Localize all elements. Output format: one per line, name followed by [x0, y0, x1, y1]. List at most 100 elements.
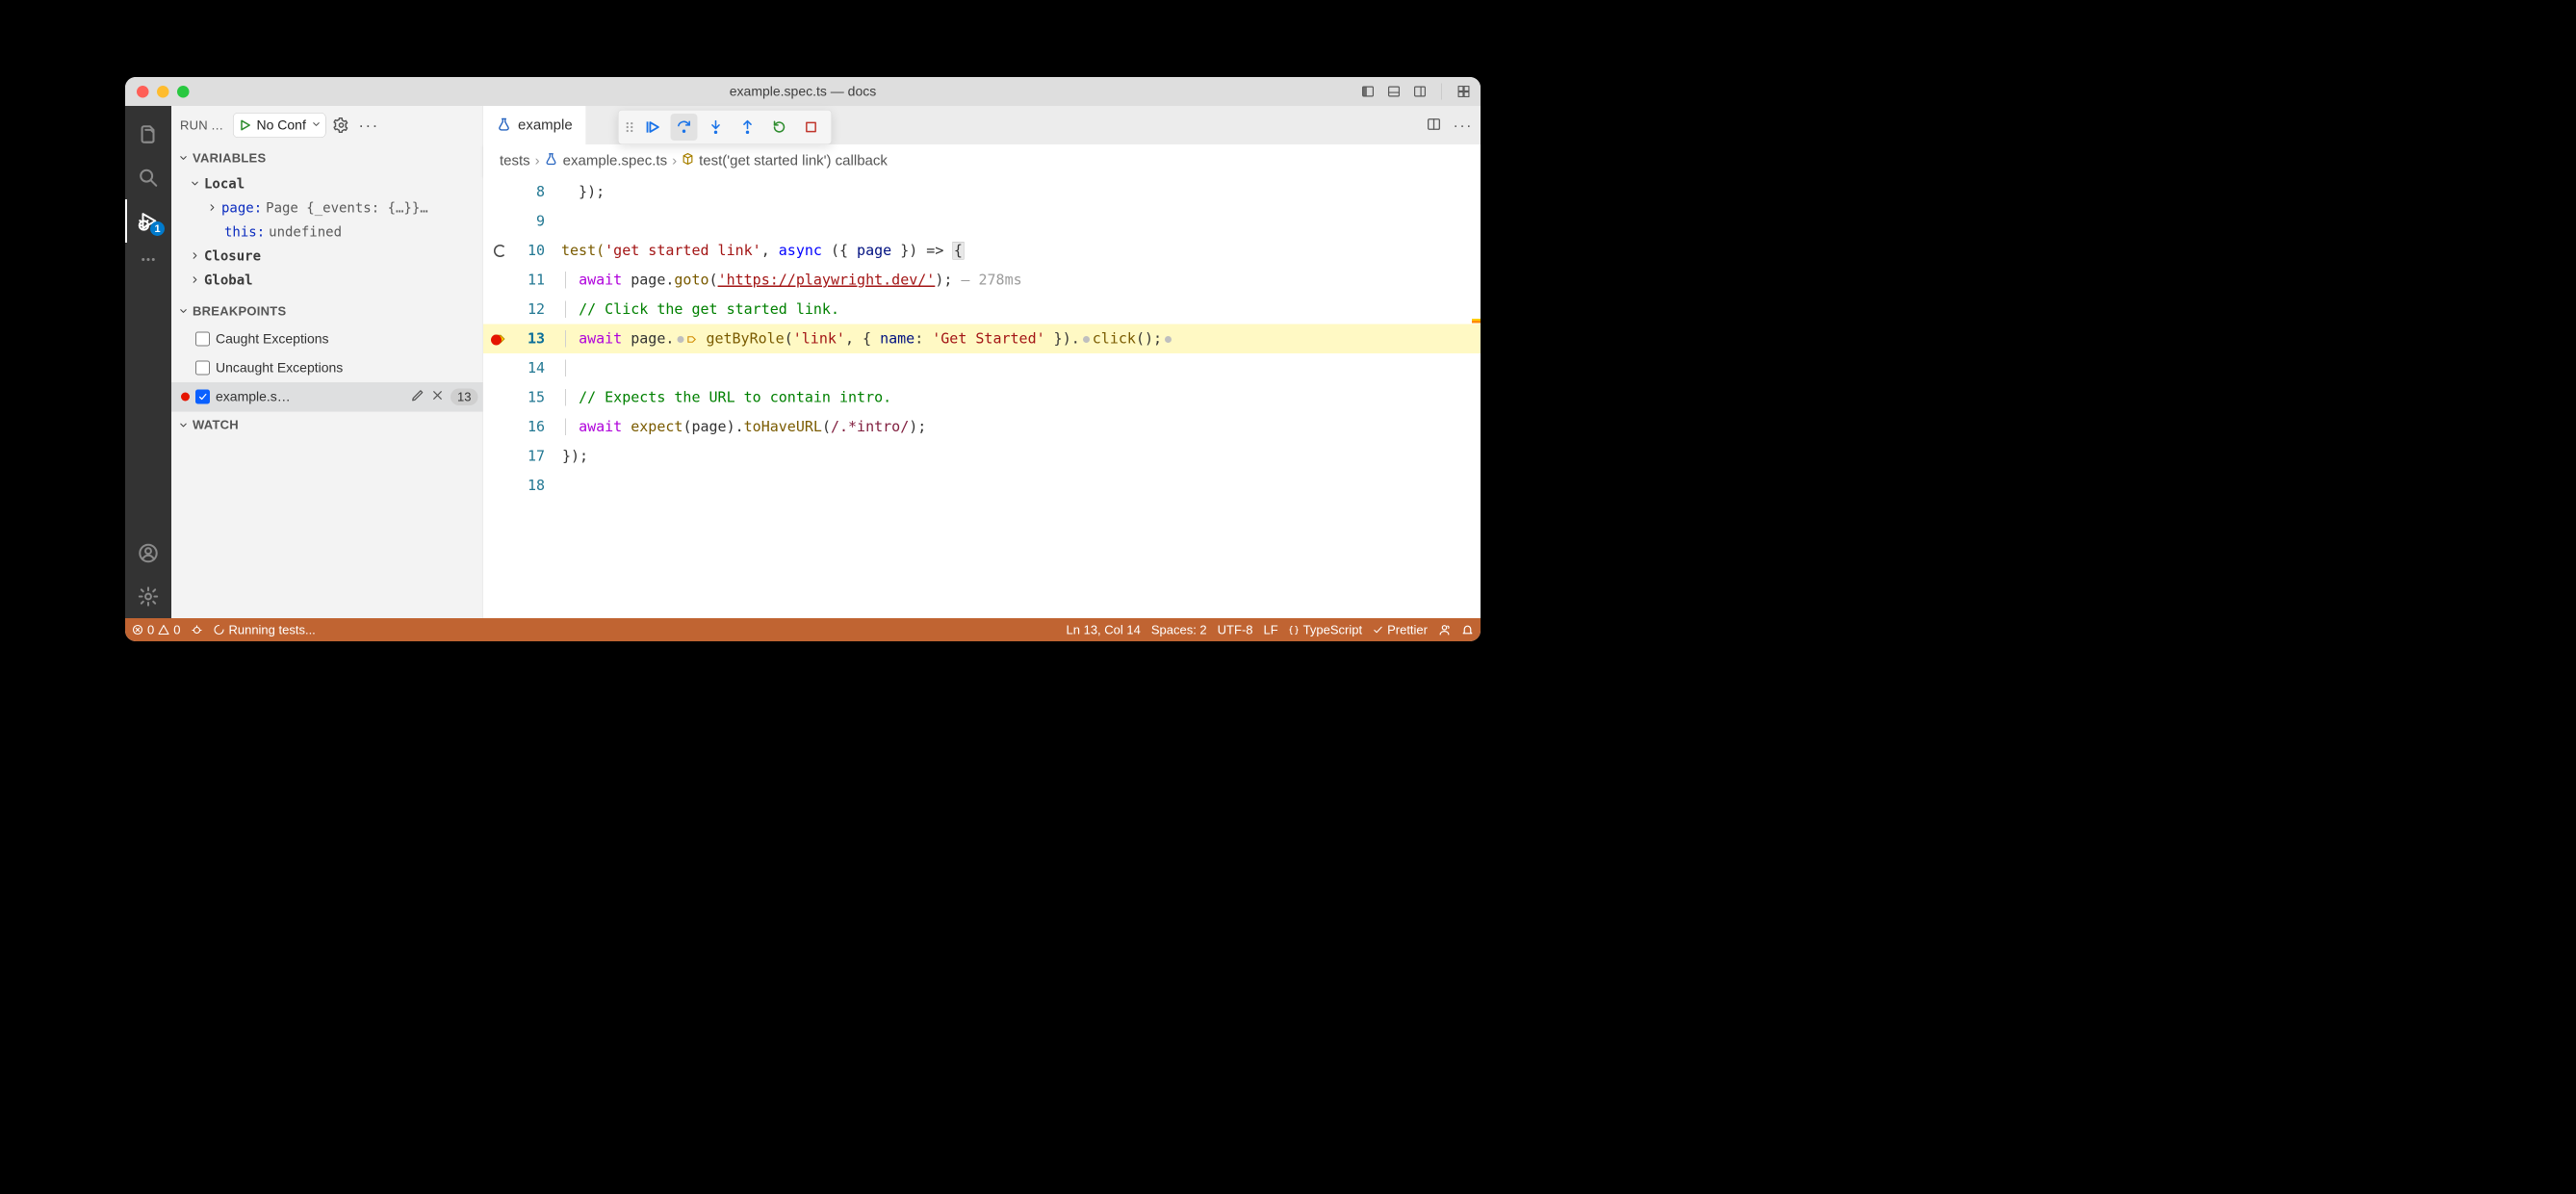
checkbox[interactable] [195, 361, 210, 376]
editor-tab[interactable]: example [483, 106, 586, 144]
status-feedback-icon[interactable] [1438, 624, 1451, 636]
gutter[interactable] [483, 245, 517, 257]
section-variables[interactable]: VARIABLES [171, 144, 483, 171]
debug-config-select[interactable]: No Conf [233, 113, 325, 138]
customize-layout-icon[interactable] [1456, 86, 1471, 97]
line-number: 17 [517, 448, 555, 465]
activity-run-debug[interactable]: 1 [125, 199, 171, 243]
status-language[interactable]: TypeScript [1289, 622, 1362, 637]
open-launch-config-icon[interactable] [330, 115, 351, 136]
activity-explorer[interactable] [125, 113, 171, 156]
code-editor[interactable]: 8 }); 9 10 test('get started link', asyn… [483, 177, 1481, 618]
status-indent[interactable]: Spaces: 2 [1151, 622, 1207, 637]
toggle-primary-sidebar-icon[interactable] [1361, 86, 1376, 97]
breakpoint-dot-icon [491, 334, 502, 345]
status-cursor[interactable]: Ln 13, Col 14 [1067, 622, 1141, 637]
activity-settings[interactable] [125, 575, 171, 618]
code-line[interactable]: 11 await page.goto('https://playwright.d… [483, 266, 1481, 296]
stop-button[interactable] [798, 114, 825, 141]
breadcrumb-item[interactable]: tests [500, 152, 530, 169]
breadcrumb-item[interactable]: example.spec.ts [563, 152, 667, 169]
t: test( [561, 243, 605, 260]
chevron-down-icon [178, 153, 189, 164]
debug-alt-icon [191, 624, 202, 636]
line-number: 16 [517, 419, 555, 436]
code-line[interactable]: 17 }); [483, 442, 1481, 472]
status-encoding[interactable]: UTF-8 [1218, 622, 1253, 637]
checkbox[interactable] [195, 390, 210, 404]
variable-name: page: [221, 199, 262, 216]
status-test-running[interactable]: Running tests... [213, 622, 315, 637]
code-line[interactable]: 15 // Expects the URL to contain intro. [483, 383, 1481, 413]
breakpoint-file: example.s… [216, 389, 405, 404]
locator-step-icon[interactable] [1083, 336, 1090, 343]
step-over-button[interactable] [671, 114, 698, 141]
checkbox[interactable] [195, 332, 210, 347]
activity-accounts[interactable] [125, 532, 171, 575]
code-line[interactable]: 8 }); [483, 177, 1481, 207]
loading-icon [213, 624, 224, 636]
status-errors: 0 [147, 622, 154, 637]
code-line[interactable]: 9 [483, 207, 1481, 237]
line-number: 8 [517, 184, 555, 201]
code-line[interactable]: 10 test('get started link', async ({ pag… [483, 236, 1481, 266]
restart-button[interactable] [766, 114, 793, 141]
locator-step-icon[interactable] [1165, 336, 1172, 343]
status-debug-target[interactable] [191, 624, 202, 636]
line-number: 9 [517, 213, 555, 230]
t: }) => [891, 243, 952, 260]
step-into-button[interactable] [703, 114, 730, 141]
status-problems[interactable]: 0 0 [132, 622, 180, 637]
toggle-panel-icon[interactable] [1387, 86, 1402, 97]
step-out-button[interactable] [734, 114, 761, 141]
section-watch[interactable]: WATCH [171, 411, 483, 438]
code[interactable]: }); [555, 184, 1481, 201]
t: , [761, 243, 779, 260]
locator-step-icon[interactable] [677, 336, 683, 343]
code-line[interactable]: 16 await expect(page).toHaveURL(/.*intro… [483, 412, 1481, 442]
chevron-down-icon [190, 178, 200, 189]
code-line[interactable]: 14 [483, 353, 1481, 383]
scope-label: Global [204, 272, 253, 288]
start-debug-icon[interactable] [239, 118, 252, 132]
activity-search[interactable] [125, 156, 171, 199]
edit-breakpoint-icon[interactable] [411, 388, 425, 405]
remove-breakpoint-icon[interactable] [431, 389, 444, 405]
inline-timing: — 278ms [952, 272, 1021, 289]
scope-local[interactable]: Local [175, 171, 479, 195]
gutter[interactable] [483, 331, 517, 346]
breadcrumbs[interactable]: tests › example.spec.ts › test('get star… [483, 144, 1481, 177]
status-prettier-label: Prettier [1387, 622, 1428, 637]
variable-value: undefined [269, 223, 342, 240]
continue-button[interactable] [639, 114, 666, 141]
breakpoint-label: Caught Exceptions [216, 331, 329, 347]
sidebar-more-icon[interactable]: ··· [356, 116, 380, 135]
pick-locator-icon[interactable] [686, 334, 697, 345]
status-prettier[interactable]: Prettier [1373, 622, 1428, 637]
code-line[interactable]: 12 // Click the get started link. [483, 295, 1481, 324]
status-notifications-icon[interactable] [1461, 624, 1474, 636]
code-line-current[interactable]: 13 await page. getByRole('link', { name:… [483, 324, 1481, 354]
current-execution-icon [493, 331, 507, 346]
debug-toolbar[interactable] [618, 110, 832, 144]
breakpoint-row[interactable]: example.s… 13 [171, 382, 483, 411]
activity-more-icon[interactable] [125, 243, 171, 276]
section-breakpoints[interactable]: BREAKPOINTS [171, 298, 483, 324]
beaker-icon [545, 152, 558, 169]
variable-page[interactable]: page: Page {_events: {…}}… [175, 195, 479, 220]
toggle-secondary-sidebar-icon[interactable] [1413, 86, 1428, 97]
test-decoration-icon[interactable] [494, 245, 506, 257]
scope-global[interactable]: Global [175, 268, 479, 292]
scope-closure[interactable]: Closure [175, 244, 479, 268]
status-eol[interactable]: LF [1264, 622, 1278, 637]
breakpoint-uncaught-exceptions[interactable]: Uncaught Exceptions [171, 353, 483, 382]
code-line[interactable]: 18 [483, 471, 1481, 501]
drag-handle-icon[interactable] [626, 120, 634, 134]
breakpoint-caught-exceptions[interactable]: Caught Exceptions [171, 324, 483, 353]
editor-more-icon[interactable]: ··· [1454, 117, 1473, 135]
variable-this[interactable]: this: undefined [175, 220, 479, 244]
breadcrumb-item[interactable]: test('get started link') callback [699, 152, 888, 169]
overview-ruler[interactable] [1472, 177, 1481, 618]
variable-value: Page {_events: {…}}… [266, 199, 428, 216]
split-editor-icon[interactable] [1427, 117, 1442, 134]
